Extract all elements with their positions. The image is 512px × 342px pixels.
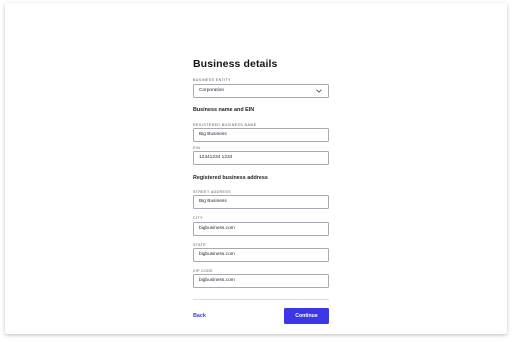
back-link[interactable]: Back (193, 313, 206, 319)
business-entity-value: Corporation (199, 88, 225, 93)
street-address-label: STREET ADDRESS (193, 190, 231, 194)
business-name-ein-heading: Business name and EIN (193, 107, 255, 113)
page-card: Business details BUSINESS ENTITY Corpora… (5, 3, 507, 334)
zip-code-label: ZIP CODE (193, 269, 214, 273)
chevron-down-icon (316, 88, 322, 93)
zip-code-input[interactable]: bigbusiness.com (193, 274, 329, 288)
page-title: Business details (193, 58, 278, 70)
state-input[interactable]: bigbusiness.com (193, 248, 329, 262)
registered-business-name-input[interactable]: Big Business (193, 128, 329, 142)
continue-button[interactable]: Continue (284, 308, 329, 324)
ein-label: EIN (193, 146, 201, 150)
divider (193, 299, 329, 300)
city-input[interactable]: bigbusiness.com (193, 222, 329, 236)
state-label: STATE (193, 243, 207, 247)
business-entity-label: BUSINESS ENTITY (193, 78, 231, 82)
registered-business-name-label: REGISTERED BUSINESS NAME (193, 123, 257, 127)
city-label: CITY (193, 216, 203, 220)
registered-address-heading: Registered business address (193, 175, 268, 181)
business-entity-select[interactable]: Corporation (193, 84, 329, 98)
ein-input[interactable]: 12341234 1234 (193, 151, 329, 165)
street-address-input[interactable]: Big Business (193, 195, 329, 209)
